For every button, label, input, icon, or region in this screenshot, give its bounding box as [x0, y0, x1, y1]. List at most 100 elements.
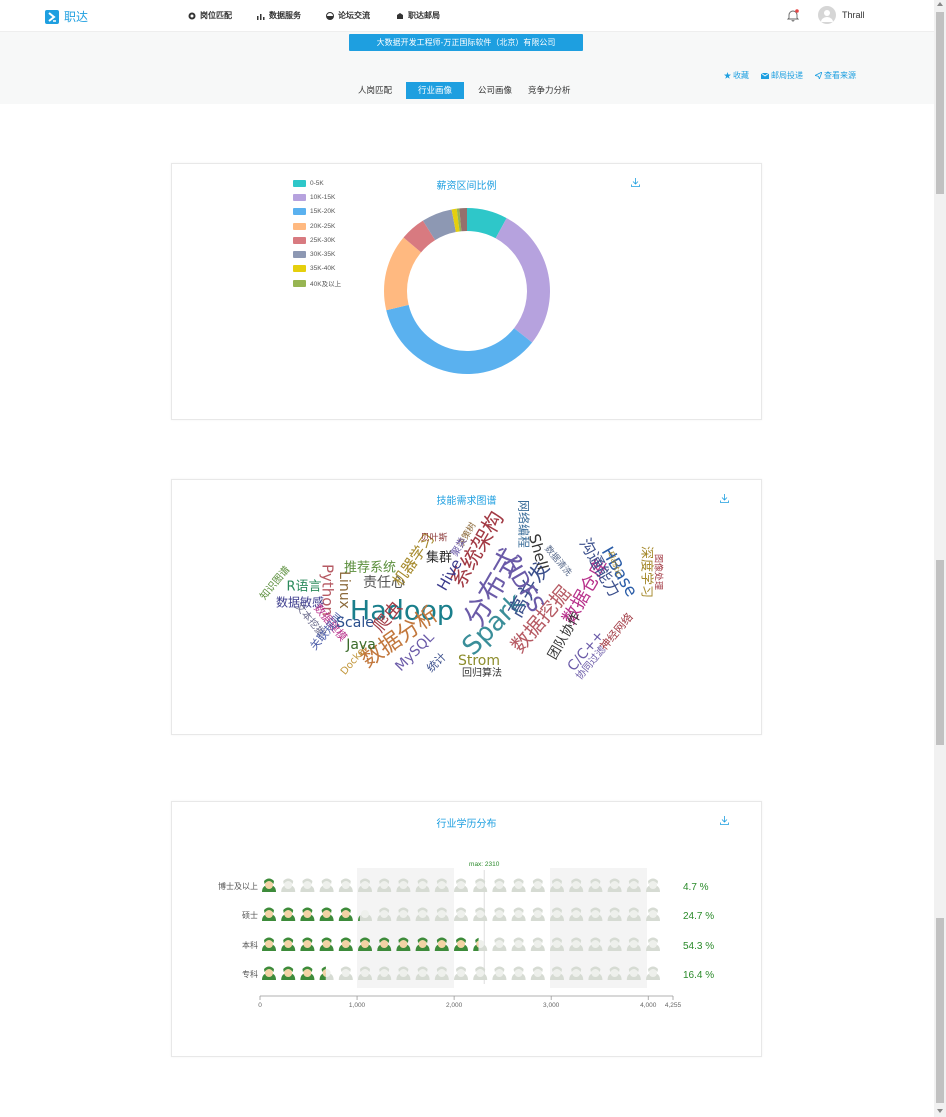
person-symbol: [530, 937, 545, 951]
mail-deliver-label: 邮局投递: [771, 71, 803, 80]
x-tick-label: 1,000: [349, 1002, 366, 1009]
nav-item-label: 论坛交流: [338, 11, 370, 20]
tab-competitiveness[interactable]: 竞争力分析: [520, 82, 579, 99]
person-symbol: [530, 966, 545, 980]
tab-company-profile[interactable]: 公司画像: [470, 82, 520, 99]
wordcloud-word[interactable]: Scale: [336, 615, 374, 631]
person-symbol: [319, 937, 334, 951]
target-icon: [188, 12, 196, 19]
mail-deliver-button[interactable]: 邮局投递: [761, 70, 803, 81]
person-symbol: [454, 907, 468, 921]
job-title-banner: 大数据开发工程师-万正国际软件（北京）有限公司: [349, 34, 583, 51]
view-source-label: 查看来源: [824, 71, 856, 80]
x-tick-label: 3,000: [543, 1002, 560, 1009]
donut-slice[interactable]: [384, 237, 422, 311]
wordcloud-word[interactable]: 网络编程: [517, 500, 532, 548]
wordcloud-word[interactable]: Linux: [336, 571, 352, 609]
category-label: 博士及以上: [218, 881, 258, 891]
person-symbol: [473, 907, 488, 921]
person-symbol: [454, 878, 468, 892]
nav-item-mailbox[interactable]: 职达邮局: [396, 10, 440, 21]
donut-slice[interactable]: [495, 218, 550, 343]
view-source-button[interactable]: 查看来源: [815, 70, 856, 81]
scrollbar-thumb[interactable]: [936, 12, 944, 194]
bar-chart-icon: [257, 13, 265, 20]
user-icon: [821, 10, 833, 22]
person-symbol: [300, 907, 315, 921]
send-icon: [815, 72, 822, 79]
salary-donut-chart: [384, 208, 550, 374]
person-symbol: [492, 907, 507, 921]
person-symbol: [262, 878, 276, 892]
person-symbol: [262, 907, 276, 921]
profile-tabs: 人岗匹配 行业画像 公司画像 竞争力分析: [350, 82, 579, 99]
person-symbol: [281, 878, 296, 892]
person-symbol: [511, 907, 526, 921]
nav-item-job-match[interactable]: 岗位匹配: [188, 10, 232, 21]
user-menu[interactable]: Thrall: [818, 6, 865, 24]
person-symbol: [646, 907, 660, 921]
person-symbol: [511, 878, 526, 892]
wordcloud-word[interactable]: 回归算法: [462, 666, 502, 679]
education-chart-card: 行业学历分布 max: 2310 博士及以上 4.7 % 硕士 24.7 % 本科 54.3…: [171, 801, 762, 1057]
donut-slice[interactable]: [386, 304, 533, 374]
wordcloud-word[interactable]: 统计: [424, 650, 449, 675]
wordcloud-word[interactable]: R语言: [286, 580, 321, 595]
person-symbol: [338, 907, 353, 921]
person-symbol: [492, 966, 507, 980]
nav-item-forum[interactable]: 论坛交流: [326, 10, 370, 21]
person-symbol: [492, 878, 507, 892]
scroll-up-arrow[interactable]: [937, 2, 943, 6]
person-symbol: [473, 878, 488, 892]
person-symbol: [300, 937, 315, 951]
person-symbol: [530, 878, 545, 892]
tab-industry-profile[interactable]: 行业画像: [406, 82, 465, 99]
skill-wordcloud: Hadoop 分布式Spark系统架构数据分析 数据挖掘高并发 数据仓库沟通能力HBa…: [257, 500, 665, 682]
mailbox-icon: [397, 12, 403, 19]
person-symbol: [338, 878, 353, 892]
percent-label: 54.3 %: [683, 941, 714, 952]
tab-person-job-match[interactable]: 人岗匹配: [350, 82, 400, 99]
person-symbol: [473, 937, 488, 951]
category-label: 专科: [242, 969, 258, 979]
wordcloud-word[interactable]: 贝叶斯: [420, 532, 447, 544]
nav-item-label: 职达邮局: [408, 11, 440, 20]
notification-dot: [795, 9, 799, 13]
nav-item-data-service[interactable]: 数据服务: [257, 10, 301, 21]
max-label: max: 2310: [469, 861, 500, 868]
logo[interactable]: 职达: [45, 8, 88, 25]
wordcloud-word[interactable]: 神经网络: [597, 610, 636, 653]
percent-label: 24.7 %: [683, 911, 714, 922]
person-symbol: [473, 966, 488, 980]
avatar: [818, 6, 836, 24]
scrollbar-thumb[interactable]: [936, 560, 944, 745]
favorite-label: 收藏: [733, 71, 749, 80]
salary-chart-card: 薪资区间比例 0-5K 10K-15K 15K-20K 20K-25K 25K-30K 3…: [171, 163, 762, 420]
category-label: 硕士: [242, 910, 258, 920]
person-symbol: [319, 878, 334, 892]
person-symbol: [281, 966, 296, 980]
nav-item-label: 数据服务: [269, 11, 301, 20]
person-symbol: [454, 937, 468, 951]
favorite-button[interactable]: 收藏: [724, 70, 749, 81]
person-symbol: [338, 937, 353, 951]
wordcloud-word[interactable]: 深度学习: [639, 546, 655, 598]
wordcloud-word[interactable]: Java: [345, 637, 376, 653]
person-symbol: [646, 937, 660, 951]
category-label: 本科: [242, 940, 258, 950]
person-symbol: [300, 878, 315, 892]
person-symbol: [530, 907, 545, 921]
bell-icon[interactable]: [787, 9, 799, 22]
top-navbar: 职达 岗位匹配 数据服务 论坛交流 职达邮局 Thrall: [0, 0, 934, 32]
person-symbol: [511, 966, 526, 980]
percent-label: 4.7 %: [683, 882, 709, 893]
x-tick-label: 4,255: [665, 1002, 682, 1009]
wordcloud-word[interactable]: Strom: [458, 653, 500, 669]
scroll-down-arrow[interactable]: [937, 1109, 943, 1113]
x-tick-label: 2,000: [446, 1002, 463, 1009]
person-symbol: [511, 937, 526, 951]
x-tick-label: 0: [258, 1002, 262, 1009]
scrollbar-thumb[interactable]: [936, 918, 944, 1103]
person-symbol: [281, 937, 296, 951]
wordcloud-word[interactable]: 图像处理: [653, 554, 665, 590]
